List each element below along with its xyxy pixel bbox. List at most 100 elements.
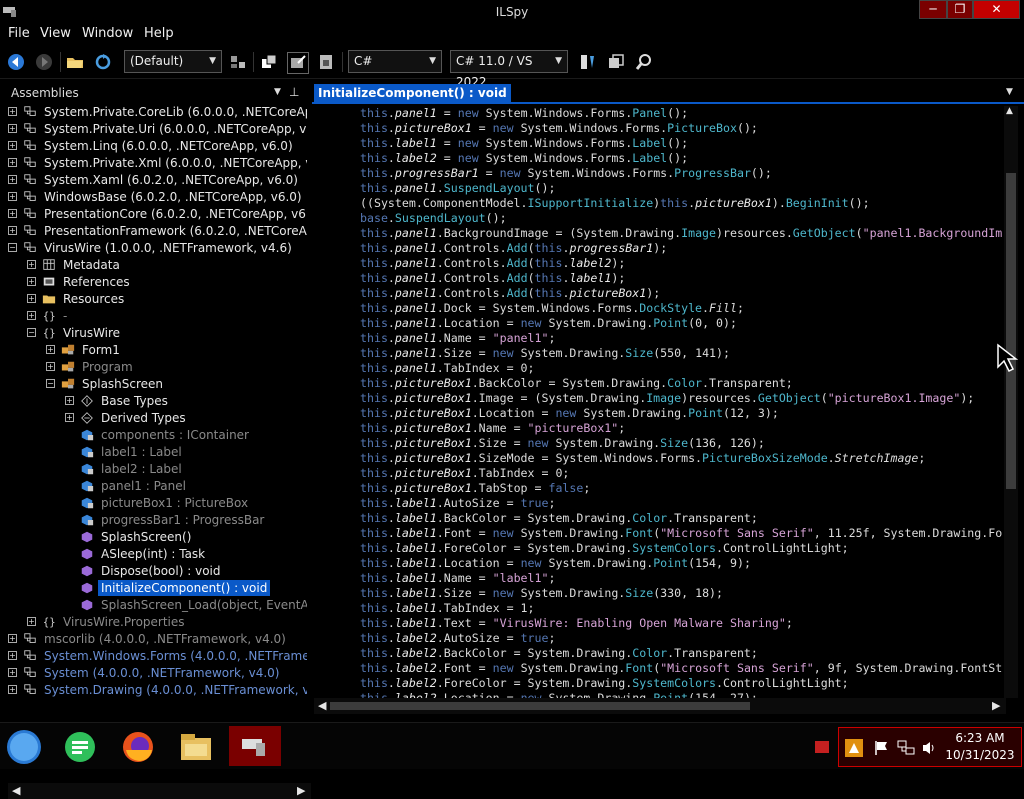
code-token: GetObject: [757, 391, 821, 405]
expand-icon[interactable]: +: [8, 651, 17, 660]
pin-icon[interactable]: ⊥: [289, 85, 299, 99]
clock-time[interactable]: 6:23 AM: [939, 731, 1021, 745]
code-token: .Name =: [471, 421, 528, 435]
expand-icon[interactable]: +: [8, 668, 17, 677]
expand-icon[interactable]: +: [46, 362, 55, 371]
expand-icon[interactable]: +: [8, 634, 17, 643]
scroll-up-icon[interactable]: ▲: [1006, 106, 1013, 116]
menu-help[interactable]: Help: [144, 26, 174, 41]
show-internal-icon[interactable]: [287, 52, 309, 74]
code-token: new: [492, 526, 514, 540]
windows-icon[interactable]: [606, 52, 626, 72]
code-token: this: [360, 241, 388, 255]
tray-app-icon[interactable]: [815, 741, 829, 753]
tree-item-label: Resources: [63, 292, 125, 306]
expand-icon[interactable]: +: [65, 396, 74, 405]
scroll-right-icon[interactable]: ▶: [297, 784, 305, 797]
menu-file[interactable]: File: [8, 26, 30, 41]
menu-window[interactable]: Window: [82, 26, 133, 41]
expand-icon[interactable]: +: [65, 413, 74, 422]
horizontal-scrollbar[interactable]: ◀ ▶: [314, 698, 1006, 714]
expand-icon[interactable]: +: [27, 277, 36, 286]
collapse-icon[interactable]: −: [8, 243, 17, 252]
dropdown-icon[interactable]: ▼: [274, 87, 281, 97]
menu-view[interactable]: View: [40, 26, 71, 41]
tray-warning-icon[interactable]: [845, 739, 863, 757]
expand-icon[interactable]: +: [27, 617, 36, 626]
code-token: )resources.: [681, 391, 758, 405]
manage-lists-icon[interactable]: [228, 52, 248, 72]
code-token: this: [360, 481, 388, 495]
expand-icon[interactable]: +: [8, 175, 17, 184]
scroll-thumb[interactable]: [330, 702, 750, 710]
refresh-icon[interactable]: [93, 52, 113, 72]
firefox-icon[interactable]: [118, 728, 158, 766]
horizontal-scrollbar[interactable]: ◀ ▶: [8, 783, 311, 799]
ilspy-taskbar-button[interactable]: [229, 726, 281, 766]
tree-item-label: System.Drawing (4.0.0.0, .NETFramework, …: [44, 683, 307, 697]
show-private-icon[interactable]: [316, 52, 336, 72]
flag-icon[interactable]: [874, 740, 890, 756]
decompiled-code[interactable]: this.panel1 = new System.Windows.Forms.P…: [318, 106, 1004, 698]
minimize-button[interactable]: ─: [919, 0, 947, 19]
code-token: .: [387, 331, 395, 345]
tree-item-label: System (4.0.0.0, .NETFramework, v4.0): [44, 666, 280, 680]
code-token: (136, 126);: [688, 436, 765, 450]
clock-date[interactable]: 10/31/2023: [939, 748, 1021, 762]
version-select[interactable]: C# 11.0 / VS 2022. ▼: [450, 50, 568, 89]
maximize-button[interactable]: ❐: [947, 0, 973, 19]
code-token: .: [387, 691, 395, 698]
expand-icon[interactable]: +: [8, 124, 17, 133]
forward-icon[interactable]: [34, 52, 54, 72]
language-select[interactable]: C# ▼: [348, 50, 442, 73]
expand-icon[interactable]: +: [8, 685, 17, 694]
vertical-scrollbar[interactable]: ▲: [1004, 106, 1018, 698]
show-all-icon[interactable]: [259, 52, 279, 72]
code-line: this.label2.Location = new System.Drawin…: [360, 691, 758, 698]
code-token: pictureBox1: [394, 466, 472, 480]
volume-icon[interactable]: [921, 740, 937, 756]
expand-icon[interactable]: +: [8, 209, 17, 218]
profile-select[interactable]: (Default) ▼: [124, 50, 222, 73]
chevron-down-icon: ▼: [555, 56, 562, 66]
code-token: System.Drawing.: [576, 406, 689, 420]
scroll-left-icon[interactable]: ◀: [318, 699, 326, 712]
code-line: this.pictureBox1.TabIndex = 0;: [360, 466, 569, 481]
code-token: this: [360, 166, 388, 180]
close-button[interactable]: ✕: [973, 0, 1020, 19]
network-icon[interactable]: [897, 740, 915, 756]
expand-icon[interactable]: +: [8, 107, 17, 116]
tab-list-icon[interactable]: ▼: [1006, 87, 1013, 97]
expand-icon[interactable]: +: [27, 260, 36, 269]
scroll-left-icon[interactable]: ◀: [12, 784, 20, 797]
expand-icon[interactable]: +: [8, 226, 17, 235]
code-token: .: [387, 406, 395, 420]
back-icon[interactable]: [6, 52, 26, 72]
code-token: .Name =: [436, 331, 493, 345]
sort-icon[interactable]: [578, 52, 598, 72]
expand-icon[interactable]: +: [46, 345, 55, 354]
expand-icon[interactable]: +: [27, 294, 36, 303]
expand-icon[interactable]: +: [8, 141, 17, 150]
scroll-right-icon[interactable]: ▶: [992, 699, 1000, 712]
code-token: pictureBox1: [394, 121, 472, 135]
code-token: .Location =: [436, 556, 521, 570]
start-icon[interactable]: [4, 728, 44, 766]
search-icon[interactable]: [634, 52, 654, 72]
code-line: this.pictureBox1.BackColor = System.Draw…: [360, 376, 793, 391]
expand-icon[interactable]: +: [27, 311, 36, 320]
assembly-icon: [24, 140, 36, 150]
file-explorer-icon[interactable]: [176, 728, 216, 766]
assembly-icon: [24, 123, 36, 133]
scroll-thumb[interactable]: [1006, 173, 1016, 489]
open-folder-icon[interactable]: [65, 52, 85, 72]
tab-initializecomponent[interactable]: InitializeComponent() : void: [314, 84, 511, 102]
collapse-icon[interactable]: −: [46, 379, 55, 388]
assembly-icon: [24, 174, 36, 184]
expand-icon[interactable]: +: [8, 192, 17, 201]
code-line: this.pictureBox1.Location = new System.D…: [360, 406, 779, 421]
expand-icon[interactable]: +: [8, 158, 17, 167]
notes-app-icon[interactable]: [60, 728, 100, 766]
collapse-icon[interactable]: −: [27, 328, 36, 337]
tree-item-label: Program: [82, 360, 133, 374]
